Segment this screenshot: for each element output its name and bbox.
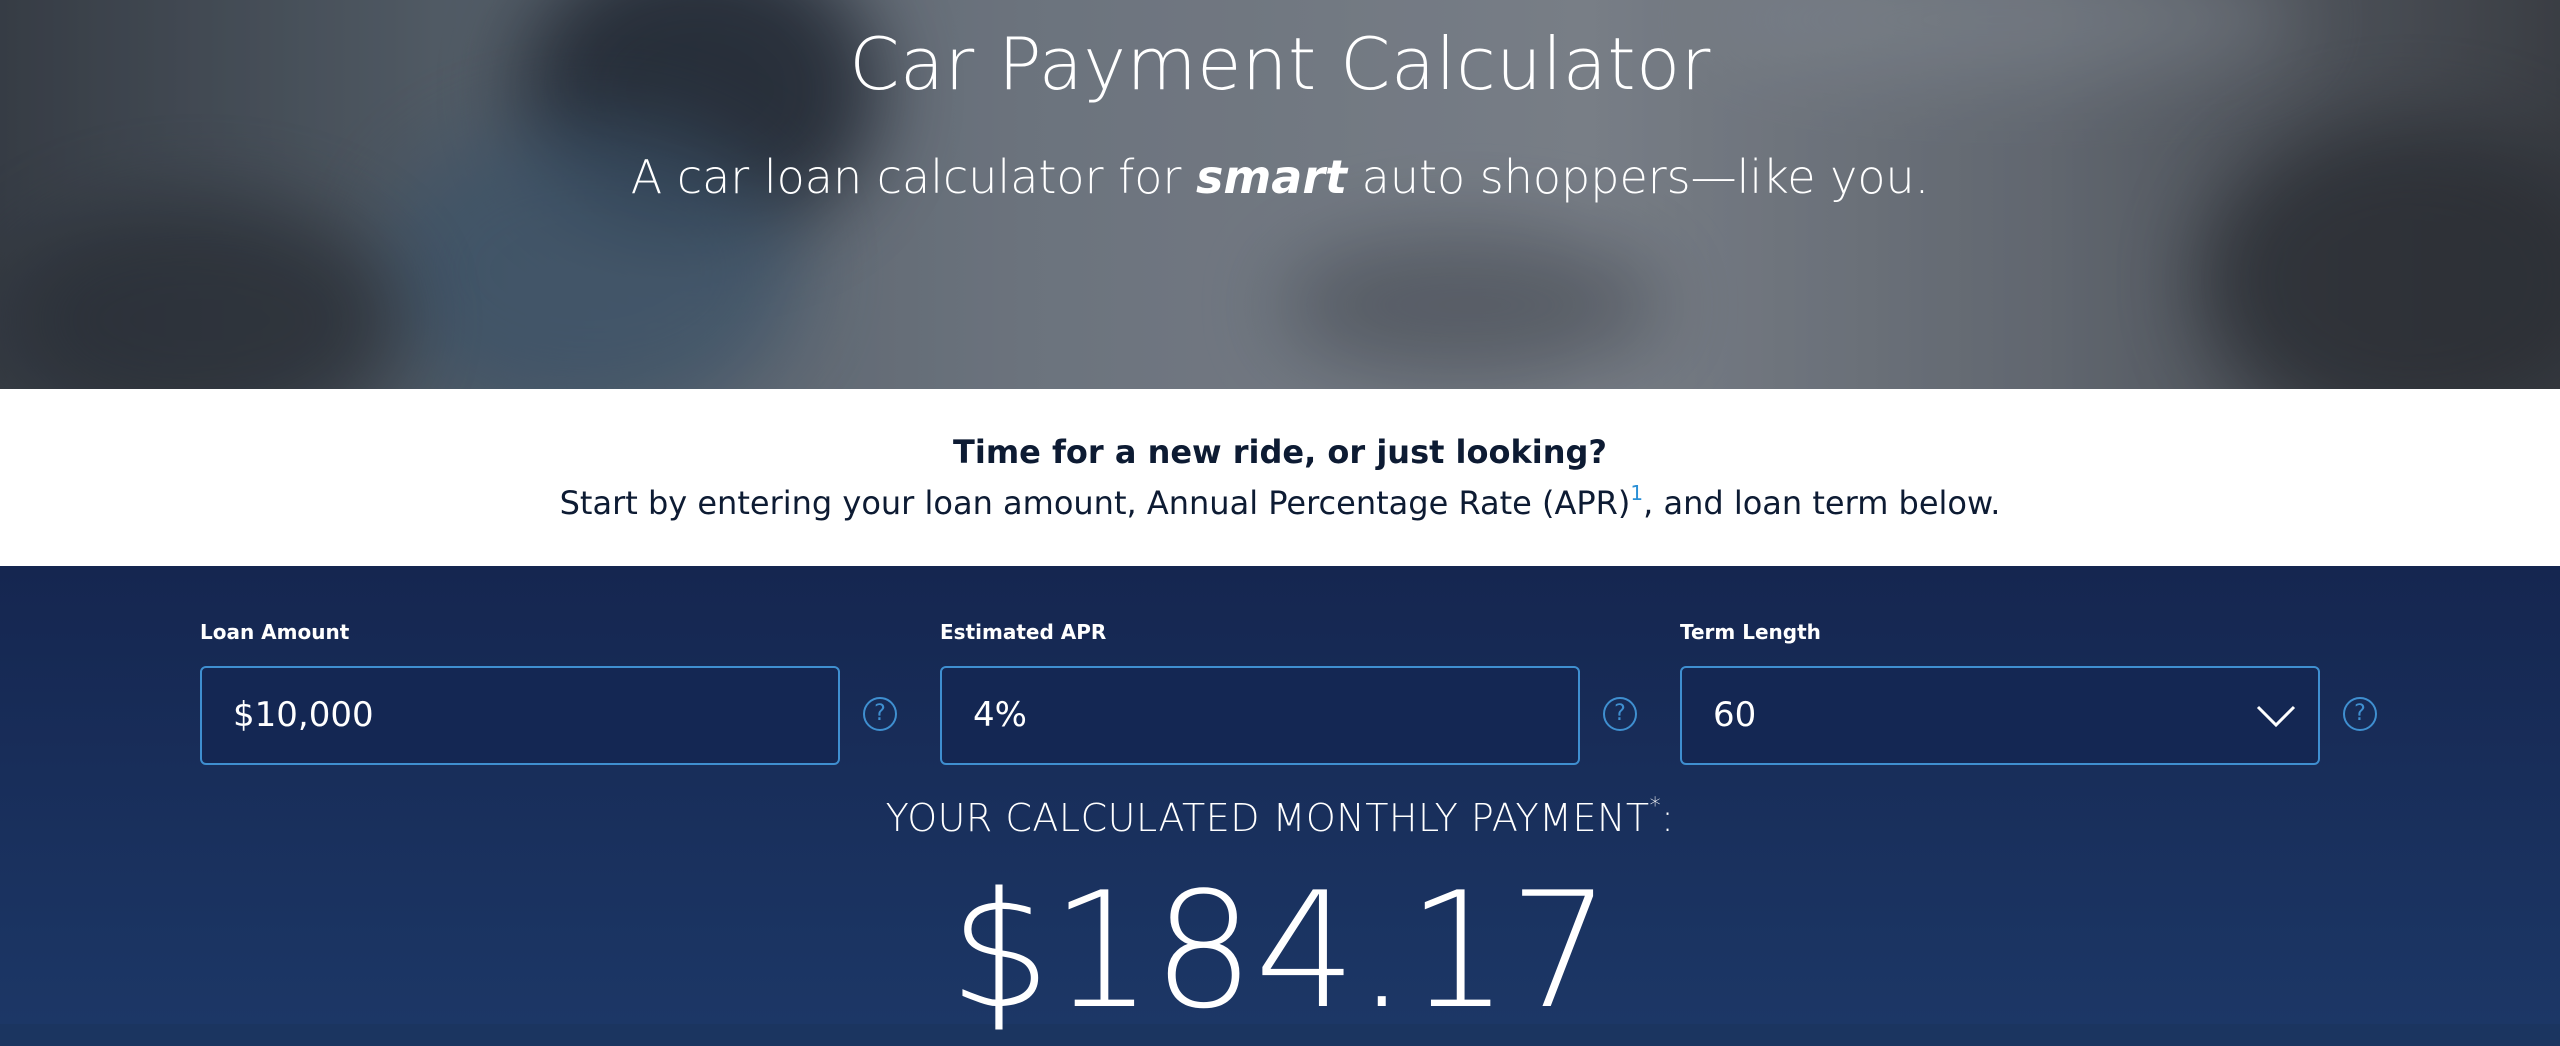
help-circle-icon[interactable]: ?: [2343, 697, 2377, 731]
chevron-down-icon: [2256, 705, 2296, 728]
monthly-payment-value: $184.17: [949, 857, 1611, 1044]
intro-body-post: , and loan term below.: [1643, 484, 2001, 522]
apr-label: Estimated APR: [940, 620, 1107, 644]
result-label: YOUR CALCULATED MONTHLY PAYMENT*:: [0, 794, 2560, 840]
intro-body-pre: Start by entering your loan amount, Annu…: [559, 484, 1631, 522]
intro-body: Start by entering your loan amount, Annu…: [0, 481, 2560, 522]
footnote-link[interactable]: 1: [1630, 481, 1643, 505]
intro-section: Time for a new ride, or just looking? St…: [0, 389, 2560, 566]
help-circle-icon[interactable]: ?: [1603, 697, 1637, 731]
hero-subtitle-pre: A car loan calculator for: [630, 150, 1196, 204]
result-asterisk: *: [1649, 794, 1662, 819]
term-length-value: 60: [1713, 695, 1757, 735]
calculator-panel: Loan Amount $10,000 ? Estimated APR 4% ?…: [0, 566, 2560, 1044]
intro-heading: Time for a new ride, or just looking?: [953, 433, 1607, 471]
apr-input[interactable]: 4%: [940, 666, 1580, 765]
term-length-select[interactable]: 60: [1680, 666, 2320, 765]
result-label-text: YOUR CALCULATED MONTHLY PAYMENT: [885, 796, 1650, 840]
hero-subtitle-emphasis: smart: [1196, 150, 1348, 204]
result-colon: :: [1661, 796, 1675, 840]
term-length-label: Term Length: [1680, 620, 1821, 644]
loan-amount-label: Loan Amount: [200, 620, 350, 644]
page-title: Car Payment Calculator: [849, 22, 1711, 106]
hero-banner: Car Payment Calculator A car loan calcul…: [0, 0, 2560, 389]
loan-amount-input[interactable]: $10,000: [200, 666, 840, 765]
hero-subtitle-post: auto shoppers—like you.: [1347, 150, 1930, 204]
hero-subtitle: A car loan calculator for smart auto sho…: [0, 150, 2560, 204]
help-circle-icon[interactable]: ?: [863, 697, 897, 731]
